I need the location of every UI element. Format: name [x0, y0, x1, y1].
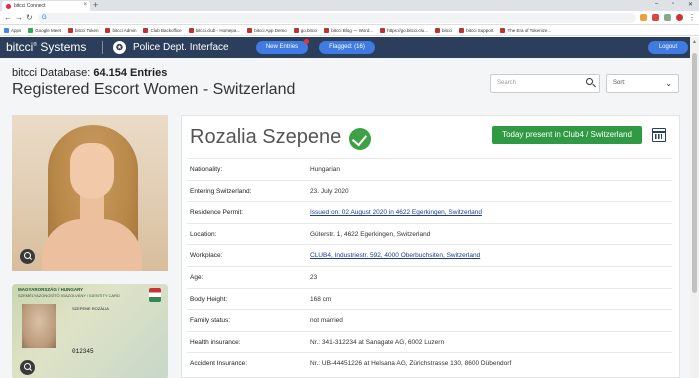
new-entries-button[interactable]: New Entries: [256, 39, 309, 54]
browser-menu-icon[interactable]: ⋮: [688, 13, 696, 22]
sort-select[interactable]: Sort: ⌄: [606, 74, 679, 93]
maximize-icon[interactable]: ▫: [672, 1, 674, 7]
bookmark-item[interactable]: The Era of Tokenize...: [500, 27, 551, 33]
new-tab-button[interactable]: +: [93, 0, 98, 10]
profile-avatar-icon[interactable]: [676, 14, 683, 21]
apps-icon: [4, 27, 9, 33]
zoom-icon[interactable]: [20, 360, 35, 375]
id-card-number: 012345: [72, 348, 94, 355]
browser-tab-strip: bitcci Connect × + – ▫ ✕: [0, 0, 699, 11]
scrollbar-thumb[interactable]: [692, 53, 697, 293]
zoom-icon[interactable]: [20, 249, 35, 264]
bookmark-icon: [68, 27, 74, 33]
verified-check-icon: [349, 128, 371, 150]
page-scrollbar[interactable]: ▲: [690, 37, 699, 378]
police-badge-icon: ✪: [113, 41, 126, 54]
photo-neck: [80, 195, 104, 225]
database-count: bitcci Database: 64.154 Entries: [12, 67, 168, 79]
detail-row-entering: Entering Switzerland: 23. July 2020: [187, 179, 672, 202]
detail-row-health-insurance: Health insurance: Nr.: 341-312234 at Sana…: [187, 330, 672, 353]
present-status-button[interactable]: Today present in Club4 / Switzerland: [492, 126, 642, 144]
bookmark-item[interactable]: bitcci: [434, 27, 452, 33]
detail-row-family-status: Family status: not married: [187, 309, 672, 331]
bookmark-item[interactable]: go.bitcci: [293, 27, 317, 33]
bookmark-icon: [105, 27, 111, 33]
detail-row-height: Body Height: 168 cm: [187, 287, 672, 310]
photo-shoulders: [42, 219, 142, 271]
notification-dot: [304, 39, 309, 44]
bookmark-icon: [324, 27, 330, 33]
bookmark-item[interactable]: bitcci Admin: [105, 27, 136, 33]
photo-face: [70, 143, 114, 199]
id-card-photo: [22, 304, 56, 348]
app-logo[interactable]: bitcci® Systems: [6, 40, 86, 54]
forward-icon[interactable]: →: [15, 13, 23, 22]
back-icon[interactable]: ←: [4, 13, 12, 22]
tab-title: bitcci Connect: [14, 3, 46, 9]
logout-button[interactable]: Logout: [648, 41, 688, 54]
omnibox-input[interactable]: G: [38, 13, 636, 23]
page-title: Registered Escort Women - Switzerland: [12, 81, 296, 98]
bookmark-icon: [459, 27, 465, 33]
extension-icon[interactable]: [664, 14, 671, 21]
profile-name: Rozalia Szepene: [190, 126, 342, 148]
flagged-button[interactable]: Flagged: (16): [319, 41, 375, 54]
tab-close-icon[interactable]: ×: [83, 2, 87, 8]
app-header: bitcci® Systems ✪ Police Dept. Interface…: [0, 37, 699, 58]
id-card-country: MAGYARORSZÁG / HUNGARY: [18, 287, 84, 292]
bookmark-icon: [293, 27, 299, 33]
workplace-link[interactable]: CLUB4, Industriestr. 592, 4000 Oberbuchs…: [310, 252, 480, 259]
main-content: bitcci Database: 64.154 Entries Register…: [0, 58, 690, 378]
profile-details-card: Rozalia Szepene Today present in Club4 /…: [181, 115, 680, 378]
detail-row-residence-permit: Residence Permit: Issued on: 02 August 20…: [187, 201, 672, 223]
hungary-coat-of-arms-icon: [149, 288, 161, 302]
bookmark-icon: [28, 27, 34, 33]
bookmark-item[interactable]: bitcci App Demo: [247, 27, 287, 33]
bookmark-icon: [143, 27, 149, 33]
detail-row-accident-insurance: Accident Insurance: Nr.: UB-44451226 at H…: [187, 352, 672, 374]
bookmark-icon: [500, 27, 506, 33]
bookmark-item[interactable]: Apps: [4, 27, 21, 33]
details-table: Nationality: Hungarian Entering Switzerla…: [187, 158, 672, 374]
reload-icon[interactable]: ↻: [26, 13, 33, 22]
profile-photo[interactable]: [12, 115, 168, 271]
extension-icon[interactable]: [652, 14, 659, 21]
bookmark-icon: [380, 27, 386, 33]
chevron-down-icon: ⌄: [665, 79, 672, 88]
bookmark-icon: [247, 27, 253, 33]
bookmark-icon: [434, 27, 440, 33]
id-card-type: SZEMÉLYAZONOSÍTÓ IGAZOLVÁNY / IDENTITY C…: [18, 293, 120, 298]
id-card-image[interactable]: MAGYARORSZÁG / HUNGARY SZEMÉLYAZONOSÍTÓ …: [12, 284, 168, 378]
detail-row-age: Age: 23: [187, 265, 672, 288]
minimize-icon[interactable]: –: [655, 1, 658, 7]
bookmark-item[interactable]: bitcci.club - Homepa...: [188, 27, 240, 33]
bookmark-item[interactable]: https://go.bitcci.clu...: [380, 27, 428, 33]
detail-row-location: Location: Güterstr. 1, 4622 Egerkingen, S…: [187, 222, 672, 245]
bookmark-item[interactable]: Club Backoffice: [143, 27, 182, 33]
bookmark-item[interactable]: Google Meet: [28, 27, 61, 33]
tab-favicon-icon: [6, 3, 11, 9]
interface-title: Police Dept. Interface: [133, 42, 229, 53]
bookmark-item[interactable]: bitcci Token: [68, 27, 98, 33]
header-divider: [102, 41, 103, 54]
bookmark-item[interactable]: bitcci Blog — Word...: [324, 27, 373, 33]
detail-row-nationality: Nationality: Hungarian: [187, 158, 672, 180]
detail-row-workplace: Workplace: CLUB4, Industriestr. 592, 4000…: [187, 244, 672, 266]
id-card-name: SZEPENE ROZÁLIA: [72, 306, 109, 311]
scroll-up-icon[interactable]: ▲: [692, 39, 697, 45]
calendar-icon[interactable]: [651, 128, 666, 142]
bookmark-item[interactable]: bitcci Support: [459, 27, 493, 33]
window-close-icon[interactable]: ✕: [688, 1, 693, 8]
search-icon[interactable]: [586, 78, 593, 85]
bookmark-icon: [188, 27, 194, 33]
metamask-extension-icon[interactable]: [640, 14, 647, 21]
address-bar: ← → ↻ G ⋮: [0, 11, 699, 25]
bookmarks-bar: Apps Google Meet bitcci Token bitcci Adm…: [0, 25, 699, 36]
residence-permit-link[interactable]: Issued on: 02 August 2020 in 4622 Egerki…: [310, 209, 482, 216]
search-input[interactable]: Search: [490, 74, 600, 93]
browser-tab[interactable]: bitcci Connect ×: [2, 1, 90, 11]
